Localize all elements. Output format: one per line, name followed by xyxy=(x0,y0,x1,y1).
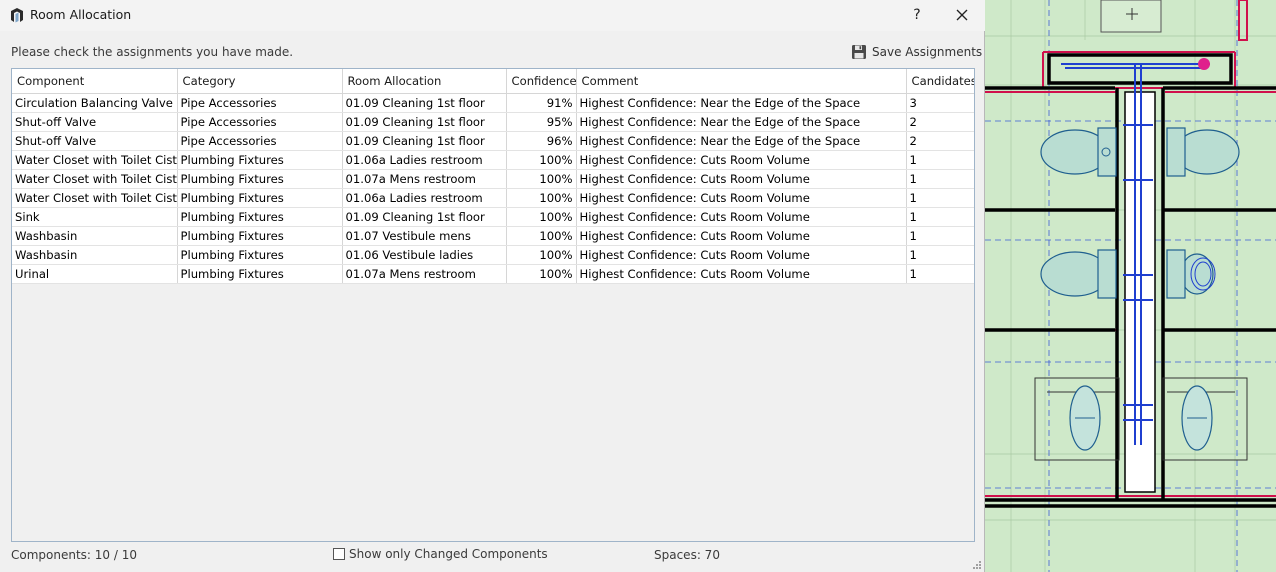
table-row[interactable]: Circulation Balancing Valve Pipe Accesso… xyxy=(12,93,974,113)
cell-comment[interactable]: Highest Confidence: Near the Edge of the… xyxy=(576,93,907,113)
floor-plan-drawing xyxy=(985,0,1276,572)
cell-component[interactable]: Water Closet with Toilet Ciste xyxy=(12,150,178,170)
cell-confidence[interactable]: 100% xyxy=(506,188,577,208)
cell-comment[interactable]: Highest Confidence: Cuts Room Volume xyxy=(576,188,907,208)
show-changed-label: Show only Changed Components xyxy=(349,547,548,561)
spaces-count: Spaces: 70 xyxy=(654,548,720,562)
cell-room-allocation[interactable]: 01.09 Cleaning 1st floor xyxy=(342,93,507,113)
cell-confidence[interactable]: 96% xyxy=(506,131,577,151)
cell-component[interactable]: Sink xyxy=(12,207,178,227)
cell-candidates[interactable]: 1 xyxy=(906,264,974,284)
cell-category[interactable]: Plumbing Fixtures xyxy=(177,226,343,246)
cell-room-allocation[interactable]: 01.06a Ladies restroom xyxy=(342,188,507,208)
cell-candidates[interactable]: 1 xyxy=(906,188,974,208)
cell-candidates[interactable]: 1 xyxy=(906,169,974,189)
cell-category[interactable]: Plumbing Fixtures xyxy=(177,150,343,170)
cell-candidates[interactable]: 1 xyxy=(906,150,974,170)
cell-confidence[interactable]: 100% xyxy=(506,169,577,189)
cell-room-allocation[interactable]: 01.06a Ladies restroom xyxy=(342,150,507,170)
cad-drawing-background[interactable] xyxy=(985,0,1276,572)
table-row[interactable]: Shut-off Valve Pipe Accessories 01.09 Cl… xyxy=(12,112,974,132)
cell-comment[interactable]: Highest Confidence: Cuts Room Volume xyxy=(576,226,907,246)
cell-comment[interactable]: Highest Confidence: Cuts Room Volume xyxy=(576,264,907,284)
assignments-table: Component Category Room Allocation Confi… xyxy=(12,69,974,284)
cell-room-allocation[interactable]: 01.09 Cleaning 1st floor xyxy=(342,131,507,151)
cell-comment[interactable]: Highest Confidence: Cuts Room Volume xyxy=(576,207,907,227)
title-bar[interactable]: Room Allocation ? xyxy=(0,0,985,31)
cell-category[interactable]: Plumbing Fixtures xyxy=(177,169,343,189)
cell-room-allocation[interactable]: 01.09 Cleaning 1st floor xyxy=(342,112,507,132)
cell-confidence[interactable]: 100% xyxy=(506,150,577,170)
cell-candidates[interactable]: 1 xyxy=(906,226,974,246)
cell-category[interactable]: Plumbing Fixtures xyxy=(177,188,343,208)
table-row[interactable]: Water Closet with Toilet Ciste Plumbing … xyxy=(12,150,974,170)
cell-confidence[interactable]: 100% xyxy=(506,245,577,265)
column-header-category[interactable]: Category xyxy=(177,69,343,94)
room-allocation-dialog: Room Allocation ? Please check the assig… xyxy=(0,0,985,572)
column-header-comment[interactable]: Comment xyxy=(576,69,907,94)
table-row[interactable]: Water Closet with Toilet Ciste Plumbing … xyxy=(12,169,974,189)
floppy-disk-icon xyxy=(852,45,866,59)
cell-candidates[interactable]: 3 xyxy=(906,93,974,113)
cell-candidates[interactable]: 1 xyxy=(906,207,974,227)
cell-component[interactable]: Washbasin xyxy=(12,245,178,265)
table-row[interactable]: Water Closet with Toilet Ciste Plumbing … xyxy=(12,188,974,208)
cell-component[interactable]: Water Closet with Toilet Ciste xyxy=(12,188,178,208)
cell-candidates[interactable]: 1 xyxy=(906,245,974,265)
table-row[interactable]: Sink Plumbing Fixtures 01.09 Cleaning 1s… xyxy=(12,207,974,227)
cell-component[interactable]: Urinal xyxy=(12,264,178,284)
table-header-row: Component Category Room Allocation Confi… xyxy=(12,69,974,94)
cell-room-allocation[interactable]: 01.07a Mens restroom xyxy=(342,264,507,284)
cell-component[interactable]: Washbasin xyxy=(12,226,178,246)
cell-category[interactable]: Plumbing Fixtures xyxy=(177,207,343,227)
cell-confidence[interactable]: 100% xyxy=(506,207,577,227)
cell-comment[interactable]: Highest Confidence: Cuts Room Volume xyxy=(576,245,907,265)
app-logo-icon xyxy=(9,7,25,23)
cell-category[interactable]: Pipe Accessories xyxy=(177,131,343,151)
column-header-component[interactable]: Component xyxy=(12,69,178,94)
close-button[interactable] xyxy=(949,4,975,26)
table-row[interactable]: Washbasin Plumbing Fixtures 01.06 Vestib… xyxy=(12,245,974,265)
cell-candidates[interactable]: 2 xyxy=(906,112,974,132)
cell-component[interactable]: Shut-off Valve xyxy=(12,131,178,151)
cell-comment[interactable]: Highest Confidence: Cuts Room Volume xyxy=(576,150,907,170)
column-header-candidates[interactable]: Candidates xyxy=(906,69,974,94)
cell-component[interactable]: Circulation Balancing Valve xyxy=(12,93,178,113)
cell-comment[interactable]: Highest Confidence: Cuts Room Volume xyxy=(576,169,907,189)
save-assignments-button[interactable]: Save Assignments xyxy=(851,43,982,61)
assignments-grid[interactable]: Component Category Room Allocation Confi… xyxy=(11,68,975,542)
cell-category[interactable]: Plumbing Fixtures xyxy=(177,245,343,265)
table-row[interactable]: Shut-off Valve Pipe Accessories 01.09 Cl… xyxy=(12,131,974,151)
cell-confidence[interactable]: 100% xyxy=(506,264,577,284)
cell-component[interactable]: Water Closet with Toilet Ciste xyxy=(12,169,178,189)
help-button[interactable]: ? xyxy=(905,4,929,26)
cell-room-allocation[interactable]: 01.06 Vestibule ladies xyxy=(342,245,507,265)
column-header-confidence[interactable]: Confidence xyxy=(506,69,577,94)
resize-grip-icon[interactable] xyxy=(970,560,982,570)
cell-component[interactable]: Shut-off Valve xyxy=(12,112,178,132)
cell-room-allocation[interactable]: 01.07a Mens restroom xyxy=(342,169,507,189)
close-icon xyxy=(956,9,968,21)
cell-category[interactable]: Pipe Accessories xyxy=(177,112,343,132)
cell-candidates[interactable]: 2 xyxy=(906,131,974,151)
components-count: Components: 10 / 10 xyxy=(11,548,137,562)
column-header-room-allocation[interactable]: Room Allocation xyxy=(342,69,507,94)
cell-comment[interactable]: Highest Confidence: Near the Edge of the… xyxy=(576,112,907,132)
cell-confidence[interactable]: 91% xyxy=(506,93,577,113)
cell-room-allocation[interactable]: 01.07 Vestibule mens xyxy=(342,226,507,246)
cell-room-allocation[interactable]: 01.09 Cleaning 1st floor xyxy=(342,207,507,227)
cell-category[interactable]: Pipe Accessories xyxy=(177,93,343,113)
show-changed-toggle[interactable]: Show only Changed Components xyxy=(333,547,548,561)
show-changed-checkbox[interactable] xyxy=(333,548,345,560)
table-row[interactable]: Washbasin Plumbing Fixtures 01.07 Vestib… xyxy=(12,226,974,246)
instruction-text: Please check the assignments you have ma… xyxy=(11,45,294,59)
table-row[interactable]: Urinal Plumbing Fixtures 01.07a Mens res… xyxy=(12,264,974,284)
window-title: Room Allocation xyxy=(30,7,132,22)
cell-category[interactable]: Plumbing Fixtures xyxy=(177,264,343,284)
cell-confidence[interactable]: 100% xyxy=(506,226,577,246)
save-assignments-label: Save Assignments xyxy=(872,45,983,59)
cell-confidence[interactable]: 95% xyxy=(506,112,577,132)
cell-comment[interactable]: Highest Confidence: Near the Edge of the… xyxy=(576,131,907,151)
